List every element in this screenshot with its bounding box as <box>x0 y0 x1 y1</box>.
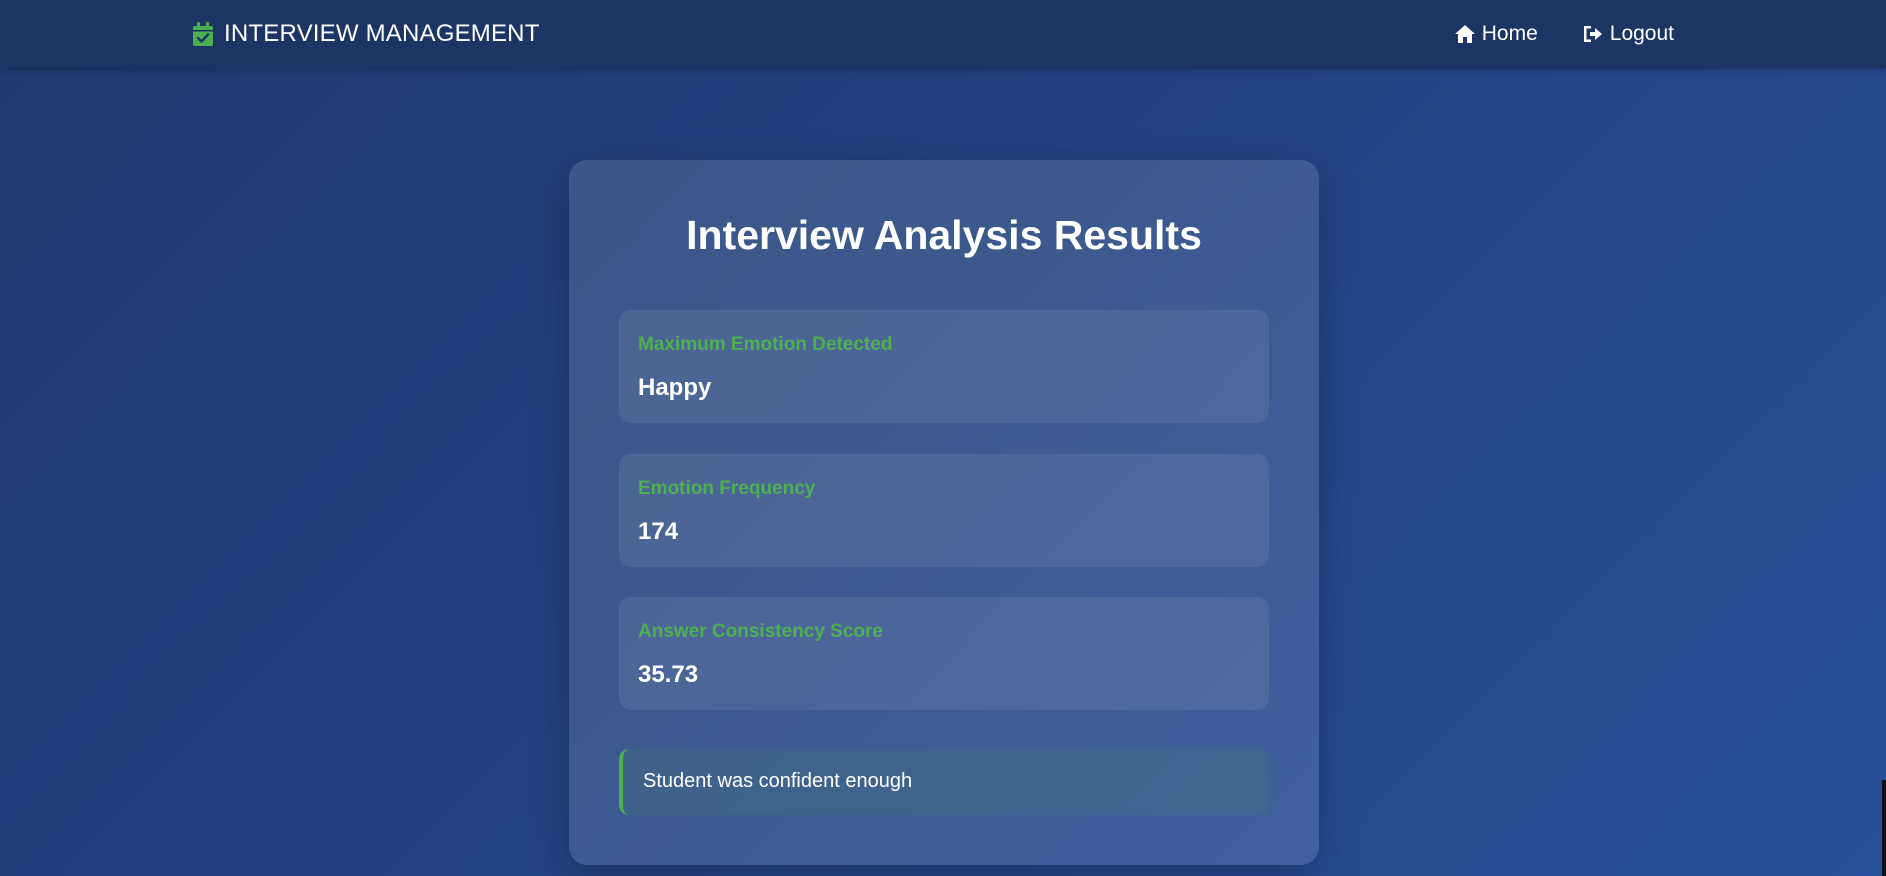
result-max-emotion: Maximum Emotion Detected Happy <box>619 310 1269 423</box>
result-label: Emotion Frequency <box>638 478 816 499</box>
result-consistency-score: Answer Consistency Score 35.73 <box>619 597 1269 710</box>
home-icon <box>1454 25 1475 43</box>
result-value: Happy <box>638 374 712 401</box>
nav-logout-link[interactable]: Logout <box>1582 22 1674 46</box>
remark-box: Student was confident enough <box>619 749 1269 815</box>
result-label: Answer Consistency Score <box>638 621 883 642</box>
result-value: 35.73 <box>638 661 699 688</box>
result-emotion-frequency: Emotion Frequency 174 <box>619 454 1269 567</box>
nav-home-link[interactable]: Home <box>1454 22 1538 46</box>
brand-title: INTERVIEW MANAGEMENT <box>224 20 540 47</box>
sign-out-icon <box>1583 26 1602 42</box>
result-value: 174 <box>638 518 679 545</box>
remark-text: Student was confident enough <box>643 770 913 792</box>
scrollbar-edge <box>1882 780 1886 876</box>
nav-links: Home Logout <box>1410 18 1674 50</box>
nav-logout-label: Logout <box>1609 22 1674 45</box>
page-title: Interview Analysis Results <box>686 212 1202 258</box>
navbar: INTERVIEW MANAGEMENT Home Logout <box>0 0 1886 68</box>
calendar-check-icon <box>192 21 214 47</box>
brand-link[interactable]: INTERVIEW MANAGEMENT <box>192 18 540 50</box>
nav-home-label: Home <box>1481 22 1538 45</box>
result-label: Maximum Emotion Detected <box>638 334 893 355</box>
results-card: Interview Analysis Results Maximum Emoti… <box>569 160 1319 865</box>
